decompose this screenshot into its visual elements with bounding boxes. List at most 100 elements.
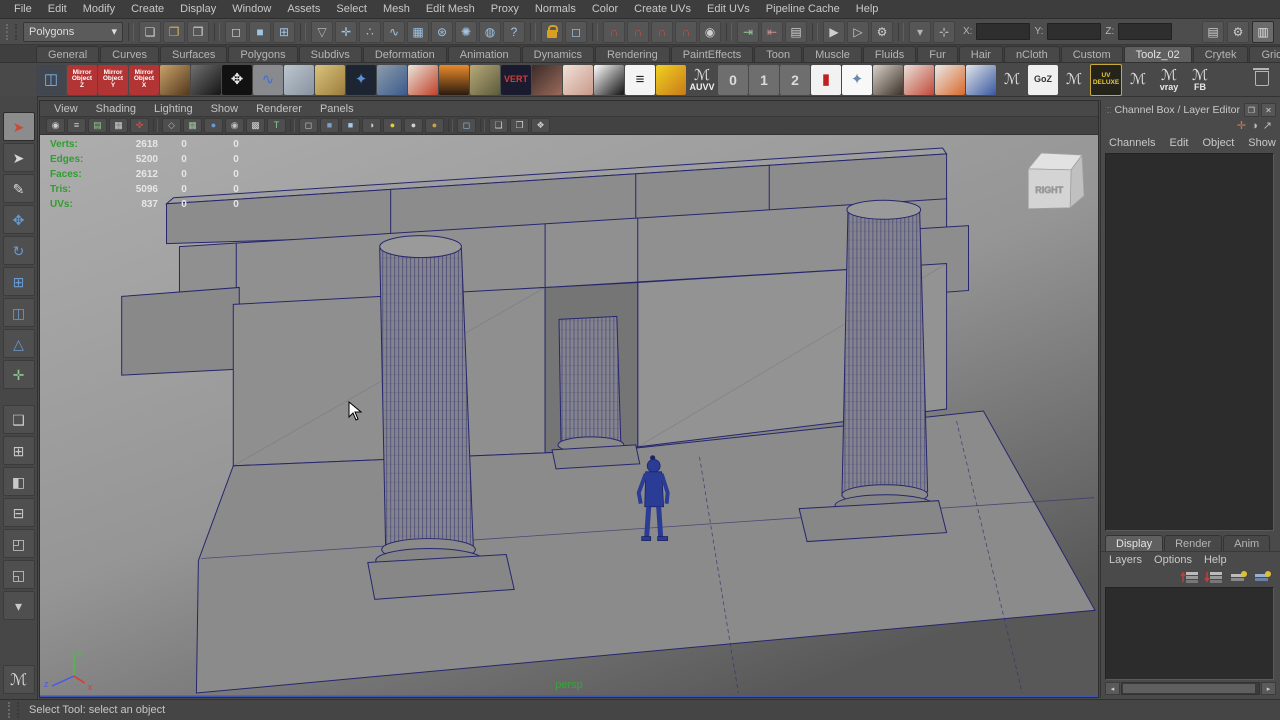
- channel-box-menu-item[interactable]: Object: [1202, 137, 1234, 149]
- snap-to-planes-icon[interactable]: ∩: [675, 21, 697, 43]
- default-material-icon[interactable]: ◑: [362, 118, 381, 133]
- shelf-photo-woman-light[interactable]: [563, 65, 593, 95]
- bookmarks-icon[interactable]: ▤: [88, 118, 107, 133]
- shelf-tab[interactable]: Toolz_02: [1124, 46, 1192, 62]
- camera-attributes-icon[interactable]: ≡: [67, 118, 86, 133]
- xray-joints-icon[interactable]: ■: [341, 118, 360, 133]
- shelf-mel-vray[interactable]: ℳ vray: [1154, 65, 1184, 95]
- menubar-item[interactable]: Edit UVs: [699, 1, 758, 17]
- smooth-shade-icon[interactable]: ●: [204, 118, 223, 133]
- shelf-photo-man-blue[interactable]: [377, 65, 407, 95]
- layout-hypershade-persp[interactable]: ◰: [3, 529, 35, 558]
- mask-rendering-icon[interactable]: ◍: [479, 21, 501, 43]
- shelf-mirror-object-x[interactable]: Mirror Object X: [129, 65, 159, 95]
- shelf-icon-stack-cursor[interactable]: ≡: [625, 65, 655, 95]
- wireframe-on-shaded-icon[interactable]: ◉: [225, 118, 244, 133]
- select-camera-icon[interactable]: ◉: [46, 118, 65, 133]
- new-scene-icon[interactable]: ❏: [139, 21, 161, 43]
- outputs-icon[interactable]: ⇤: [761, 21, 783, 43]
- shelf-photo-sunset[interactable]: [439, 65, 469, 95]
- construction-history-icon[interactable]: ▤: [785, 21, 807, 43]
- ipr-render-icon[interactable]: ▷: [847, 21, 869, 43]
- no-lights-icon[interactable]: ●: [425, 118, 444, 133]
- layer-editor-menu-item[interactable]: Layers: [1109, 554, 1142, 566]
- x-coord-input[interactable]: [976, 23, 1030, 40]
- highlight-selection-icon[interactable]: ◻: [565, 21, 587, 43]
- menubar-item[interactable]: Display: [172, 1, 224, 17]
- make-live-icon[interactable]: ◉: [699, 21, 721, 43]
- shelf-mel-script-1[interactable]: ℳ: [997, 65, 1027, 95]
- show-manipulator-tool[interactable]: ✛: [3, 360, 35, 389]
- shelf-icon-vert[interactable]: VERT: [501, 65, 531, 95]
- channel-box-menu-item[interactable]: Edit: [1169, 137, 1188, 149]
- shelf-tab[interactable]: General: [36, 46, 99, 62]
- shelf-icon-blue-mannequin[interactable]: ✦: [346, 65, 376, 95]
- menu-set-selector[interactable]: Polygons ▾: [23, 22, 123, 42]
- symmetry-dropdown-icon[interactable]: ▾: [909, 21, 931, 43]
- panel-menu-item[interactable]: Renderer: [256, 103, 302, 115]
- textures-icon[interactable]: T: [267, 118, 286, 133]
- snap-to-curves-icon[interactable]: ∩: [627, 21, 649, 43]
- float-panel-icon[interactable]: ❐: [1244, 103, 1259, 117]
- panel-menu-item[interactable]: View: [54, 103, 78, 115]
- shelf-tab[interactable]: Deformation: [363, 46, 447, 62]
- toolbar-grip[interactable]: [8, 702, 19, 718]
- renderer-plugin-icon[interactable]: ❖: [531, 118, 550, 133]
- view-cube-face-label[interactable]: RIGHT: [1035, 185, 1063, 195]
- mask-points-icon[interactable]: ∴: [359, 21, 381, 43]
- render-settings-icon[interactable]: ⚙: [871, 21, 893, 43]
- scroll-right-icon[interactable]: ▸: [1261, 682, 1276, 695]
- menubar-item[interactable]: Proxy: [483, 1, 527, 17]
- image-plane-icon[interactable]: ▦: [109, 118, 128, 133]
- shelf-tab[interactable]: Hair: [959, 46, 1003, 62]
- attribute-editor-toggle-icon[interactable]: ▤: [1202, 21, 1224, 43]
- shelf-tab[interactable]: Rendering: [595, 46, 670, 62]
- lasso-select-tool[interactable]: ➤: [3, 143, 35, 172]
- mask-misc-icon[interactable]: ?: [503, 21, 525, 43]
- menubar-item[interactable]: Mesh: [375, 1, 418, 17]
- shelf-icon-bottle[interactable]: ▮: [811, 65, 841, 95]
- shelf-trash-icon[interactable]: [1252, 66, 1272, 90]
- layout-four-pane[interactable]: ⊞: [3, 436, 35, 465]
- layer-editor-tab[interactable]: Render: [1164, 535, 1222, 551]
- shelf-icon-robot[interactable]: ✦: [842, 65, 872, 95]
- shelf-poly-cube-script[interactable]: ◫: [36, 65, 66, 95]
- select-object-icon[interactable]: ■: [249, 21, 271, 43]
- scrollbar-track[interactable]: [1121, 682, 1260, 695]
- temple-block-left[interactable]: [122, 287, 240, 375]
- select-tool[interactable]: ➤: [3, 112, 35, 141]
- shelf-photo-hat-man[interactable]: [160, 65, 190, 95]
- move-tool[interactable]: ✥: [3, 205, 35, 234]
- shelf-tab[interactable]: Toon: [754, 46, 802, 62]
- lock-selection-icon[interactable]: [541, 21, 563, 43]
- symmetry-icon[interactable]: ⊹: [933, 21, 955, 43]
- layer-editor-menu-item[interactable]: Help: [1204, 554, 1227, 566]
- scroll-left-icon[interactable]: ◂: [1105, 682, 1120, 695]
- snap-to-grids-icon[interactable]: ∩: [603, 21, 625, 43]
- layer-editor-tab[interactable]: Display: [1105, 535, 1163, 551]
- layer-editor-menu-item[interactable]: Options: [1154, 554, 1192, 566]
- mask-dynamics-icon[interactable]: ✺: [455, 21, 477, 43]
- shelf-photo-man-red[interactable]: [408, 65, 438, 95]
- menubar-item[interactable]: Create: [123, 1, 172, 17]
- shelf-icon-uv-snapshot[interactable]: [315, 65, 345, 95]
- grease-pencil-icon[interactable]: ▦: [183, 118, 202, 133]
- textured-icon[interactable]: ▩: [246, 118, 265, 133]
- shelf-icon-uv-deluxe[interactable]: UV DELUXE: [1090, 64, 1122, 96]
- shelf-mel-script-3[interactable]: ℳ: [1123, 65, 1153, 95]
- toolbar-grip[interactable]: [6, 24, 17, 40]
- flat-lighting-icon[interactable]: ●: [404, 118, 423, 133]
- menubar-item[interactable]: Assets: [279, 1, 328, 17]
- mask-deformations-icon[interactable]: ⊛: [431, 21, 453, 43]
- new-layer-from-selected-icon[interactable]: [1252, 570, 1272, 584]
- layer-list-area[interactable]: [1105, 587, 1274, 680]
- layout-outliner-persp[interactable]: ◧: [3, 467, 35, 496]
- panel-menu-item[interactable]: Show: [211, 103, 239, 115]
- shelf-mel-auvv[interactable]: ℳ AUVV: [687, 65, 717, 95]
- menubar-item[interactable]: Pipeline Cache: [758, 1, 848, 17]
- shelf-tab[interactable]: Surfaces: [160, 46, 227, 62]
- paint-select-tool[interactable]: ✎: [3, 174, 35, 203]
- panel-menu-item[interactable]: Panels: [320, 103, 354, 115]
- menubar-item[interactable]: Color: [584, 1, 626, 17]
- shelf-photo-bearded-man[interactable]: [873, 65, 903, 95]
